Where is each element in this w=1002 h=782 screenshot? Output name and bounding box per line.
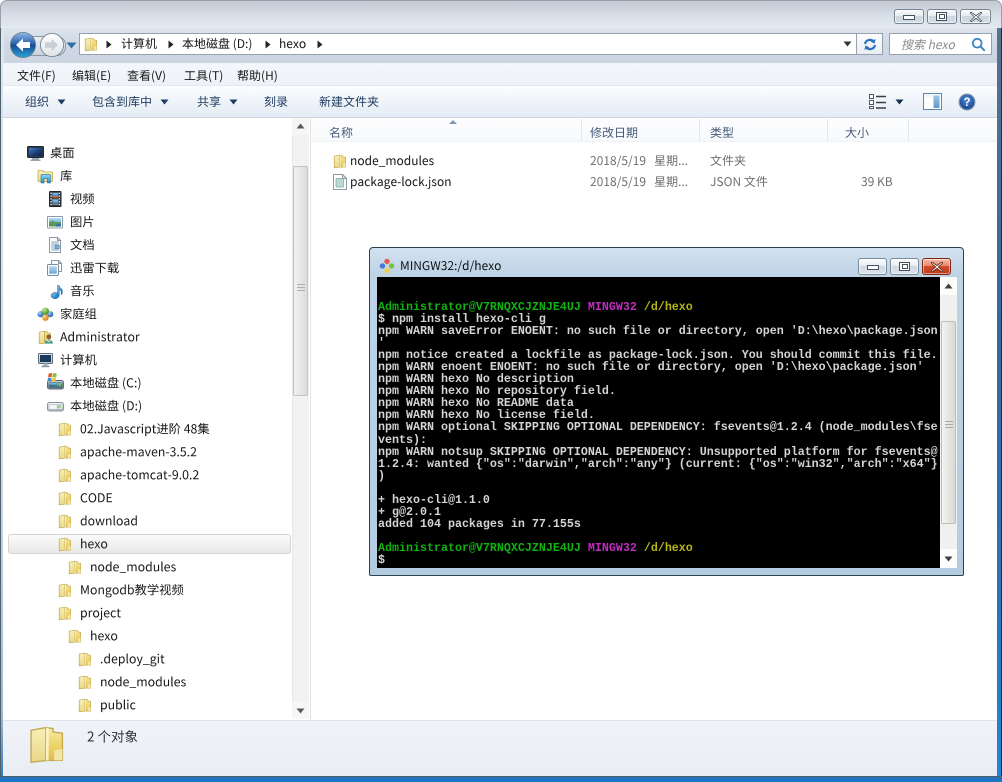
svg-text:?: ? xyxy=(963,97,970,109)
